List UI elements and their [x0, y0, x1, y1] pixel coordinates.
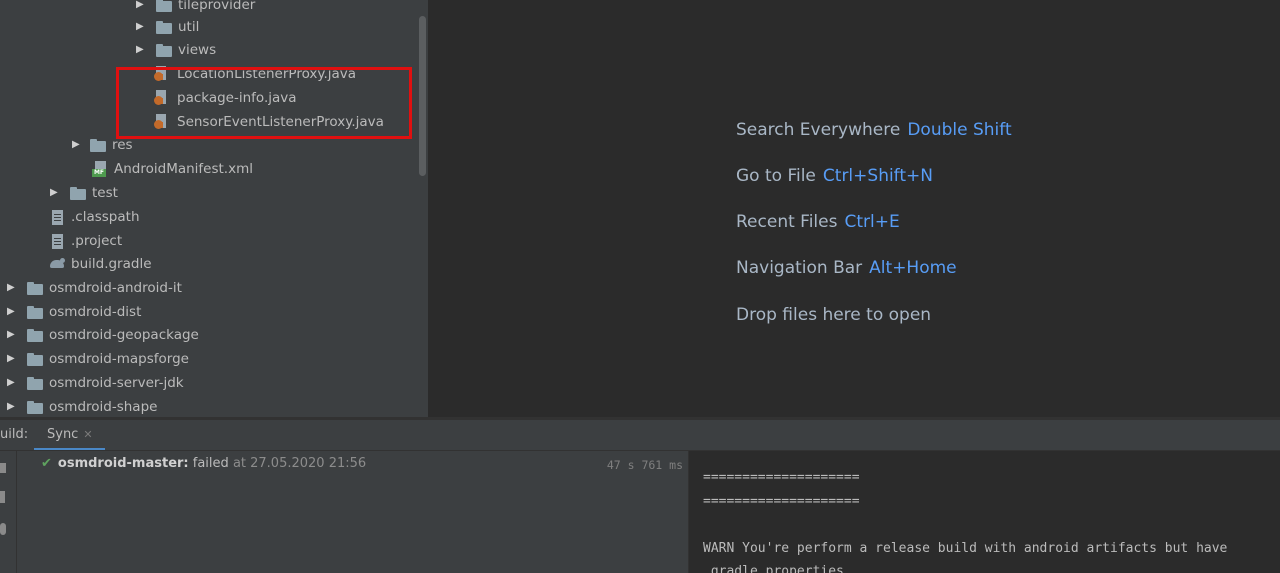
folder-icon [156, 43, 172, 57]
build-duration: 47 s 761 ms [606, 458, 683, 472]
folder-icon [27, 305, 43, 319]
tree-item-build-gradle[interactable]: build.gradle [48, 252, 152, 276]
expand-arrow-icon[interactable]: ▶ [7, 395, 17, 417]
build-console[interactable]: ==================== ===================… [689, 451, 1280, 573]
search-icon[interactable] [0, 523, 6, 535]
text-file-icon [52, 209, 63, 225]
expand-arrow-icon[interactable]: ▶ [72, 133, 82, 157]
tree-item-views[interactable]: ▶ views [136, 38, 216, 62]
tree-item-osmdroid-server-jdk[interactable]: ▶ osmdroid-server-jdk [7, 371, 184, 395]
tree-item-test[interactable]: ▶ test [50, 181, 118, 205]
check-icon: ✔ [41, 456, 52, 471]
tree-item-util[interactable]: ▶ util [136, 15, 199, 39]
hint-recent-files: Recent Files Ctrl+E [736, 212, 900, 232]
shortcut-label: Ctrl+Shift+N [822, 166, 933, 186]
console-line: ==================== [703, 470, 860, 485]
build-results-tree: ✔ osmdroid-master: failed at 27.05.2020 2… [17, 451, 688, 573]
gradle-icon [48, 258, 66, 270]
expand-arrow-icon[interactable]: ▶ [136, 38, 146, 62]
tree-item-osmdroid-android-it[interactable]: ▶ osmdroid-android-it [7, 276, 182, 300]
build-toolbar [0, 451, 17, 573]
folder-icon [27, 328, 43, 342]
expand-arrow-icon[interactable]: ▶ [7, 300, 17, 324]
build-panel-label: uild: [0, 427, 29, 442]
console-line: ==================== [703, 494, 860, 509]
pin-icon[interactable] [0, 491, 5, 503]
tree-item-project[interactable]: .project [52, 229, 122, 253]
folder-icon [27, 376, 43, 390]
project-tree: ▶ tileprovider ▶ util ▶ views LocationLi… [0, 0, 428, 417]
folder-icon [27, 281, 43, 295]
tree-item-classpath[interactable]: .classpath [52, 205, 140, 229]
expand-arrow-icon[interactable]: ▶ [50, 181, 60, 205]
tree-item-osmdroid-geopackage[interactable]: ▶ osmdroid-geopackage [7, 323, 199, 347]
hint-navigation-bar: Navigation Bar Alt+Home [736, 258, 957, 278]
folder-icon [27, 400, 43, 414]
folder-icon [156, 20, 172, 34]
tree-item-osmdroid-mapsforge[interactable]: ▶ osmdroid-mapsforge [7, 347, 189, 371]
tree-item-android-manifest[interactable]: MF AndroidManifest.xml [92, 157, 253, 181]
stop-icon[interactable] [0, 463, 6, 473]
shortcut-label: Ctrl+E [844, 212, 900, 232]
build-tab-bar: uild: Sync ✕ [0, 420, 1280, 451]
tree-scrollbar-thumb[interactable] [419, 16, 426, 176]
folder-icon [156, 0, 172, 12]
hint-search-everywhere: Search Everywhere Double Shift [736, 120, 1012, 140]
tab-sync[interactable]: Sync ✕ [34, 420, 105, 450]
highlight-box [116, 67, 412, 139]
hint-go-to-file: Go to File Ctrl+Shift+N [736, 166, 933, 186]
console-line: gradle.properties [703, 564, 844, 573]
expand-arrow-icon[interactable]: ▶ [7, 347, 17, 371]
tree-item-osmdroid-shape[interactable]: ▶ osmdroid-shape [7, 395, 157, 417]
folder-icon [27, 352, 43, 366]
manifest-file-icon: MF [92, 161, 108, 177]
expand-arrow-icon[interactable]: ▶ [7, 276, 17, 300]
shortcut-label: Alt+Home [869, 258, 957, 278]
expand-arrow-icon[interactable]: ▶ [7, 371, 17, 395]
editor-area [428, 0, 1280, 417]
hint-drop-files: Drop files here to open [736, 305, 932, 325]
expand-arrow-icon[interactable]: ▶ [136, 15, 146, 39]
shortcut-label: Double Shift [907, 120, 1012, 140]
folder-icon [70, 186, 86, 200]
folder-icon [90, 138, 106, 152]
console-line: WARN You're perform a release build with… [703, 541, 1228, 556]
expand-arrow-icon[interactable]: ▶ [7, 323, 17, 347]
tree-item-osmdroid-dist[interactable]: ▶ osmdroid-dist [7, 300, 141, 324]
close-tab-icon[interactable]: ✕ [83, 428, 92, 441]
text-file-icon [52, 233, 63, 249]
build-result-row[interactable]: ✔ osmdroid-master: failed at 27.05.2020 2… [41, 456, 366, 471]
